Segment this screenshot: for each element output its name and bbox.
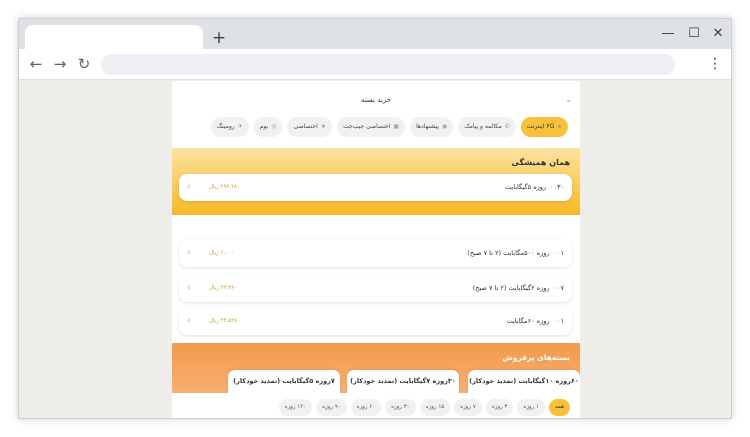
browser-tab[interactable] <box>25 25 203 49</box>
featured-title: همان همیشگی <box>511 158 570 167</box>
duration-1-day[interactable]: ۱ روزه <box>517 399 545 416</box>
tab-call-sms[interactable]: ✆مکالمه و پیامک <box>458 117 516 137</box>
package-price: ۲۴,۵۴۸ ریال <box>209 318 238 324</box>
duration-3-day[interactable]: ۳ روزه <box>485 399 514 416</box>
close-window-button[interactable]: ✕ <box>703 23 731 45</box>
package-index: ۰۰ <box>550 183 558 191</box>
package-item[interactable]: ۰۰۱روزه ۵۰۰مگابایت (۲ تا ۷ صبح) ۶,۰۰۰ ری… <box>179 240 572 267</box>
featured-package[interactable]: ۰۰۳۰روزه ۵گیگابایت ۲۹۶,۲۸۰ ریال ‹ <box>179 174 572 201</box>
duration-7-day[interactable]: ۷ روزه <box>454 399 482 416</box>
phone-icon: ✆ <box>504 123 510 130</box>
package-name: ۷روزه ۲گیگابایت (۲ تا ۷ صبح) <box>472 284 564 292</box>
browser-toolbar: ← → ↻ ⋮ <box>19 49 731 80</box>
bestseller-title: بسته‌های پرفروش <box>502 353 570 362</box>
package-index: ۰۰ <box>553 317 561 325</box>
package-item[interactable]: ۰۰۷روزه ۲گیگابایت (۲ تا ۷ صبح) ۲۳,۳۶۰ ری… <box>179 275 572 302</box>
tab-boom[interactable]: ◎بوم <box>253 117 283 137</box>
chevron-left-icon: ‹ <box>187 316 191 326</box>
internet-icon: ◈ <box>557 123 562 130</box>
star-icon: ★ <box>320 123 327 130</box>
page-title: خرید بسته <box>360 96 392 104</box>
chevron-left-icon: ‹ <box>187 248 191 258</box>
browser-menu-button[interactable]: ⋮ <box>707 54 723 75</box>
duration-30-day[interactable]: ۳۰ روزه <box>385 399 416 416</box>
offer-icon: ◉ <box>441 123 448 130</box>
tab-roaming[interactable]: ✈رومینگ <box>210 117 249 137</box>
package-item[interactable]: ۰۰۱روزه ۶۰مگابایت ۲۴,۵۴۸ ریال ‹ <box>179 308 572 335</box>
tab-offers[interactable]: ◉پیشنهادها <box>410 117 454 137</box>
page-content: خرید بسته ⌄ ◈۴G اینترنت✆مکالمه و پیامک◉پ… <box>172 81 580 418</box>
wallet-icon: ▣ <box>393 123 400 130</box>
package-name: ۱روزه ۵۰۰مگابایت (۲ تا ۷ صبح) <box>467 249 564 257</box>
reload-button[interactable]: ↻ <box>73 54 95 74</box>
chevron-down-icon[interactable]: ⌄ <box>565 95 572 105</box>
duration-60-day[interactable]: ۶۰ روزه <box>350 399 382 416</box>
tab-internet[interactable]: ◈۴G اینترنت <box>520 117 568 137</box>
tab-exclusive[interactable]: ★اختصاصی <box>287 117 333 137</box>
page-header[interactable]: خرید بسته ⌄ <box>172 95 580 113</box>
duration-filter: همه۱ روزه۳ روزه۷ روزه۱۵ روزه۳۰ روزه۶۰ رو… <box>172 393 580 418</box>
chevron-left-icon: ‹ <box>187 283 191 293</box>
tab-strip: + — ☐ ✕ <box>19 19 731 49</box>
featured-section: همان همیشگی ۰۰۳۰روزه ۵گیگابایت ۲۹۶,۲۸۰ ر… <box>172 148 580 215</box>
bestseller-section: بسته‌های پرفروش ۶۰روزه ۱۰گیگابایت (تمدید… <box>172 343 580 400</box>
chevron-left-icon: ‹ <box>187 182 191 192</box>
duration-all[interactable]: همه <box>548 399 570 416</box>
tab-jibjet[interactable]: ▣اختصاصی جیب‌جت <box>337 117 406 137</box>
package-price: ۲۹۶,۲۸۰ ریال <box>209 184 241 190</box>
browser-window: + — ☐ ✕ ← → ↻ ⋮ خرید بسته ⌄ ◈۴G اینترنت✆… <box>18 18 732 419</box>
package-index: ۰۰ <box>553 249 561 257</box>
address-bar[interactable] <box>101 54 675 75</box>
duration-120-day[interactable]: ۱۲۰ روزه <box>278 399 313 416</box>
forward-button[interactable]: → <box>49 54 71 74</box>
category-tabs: ◈۴G اینترنت✆مکالمه و پیامک◉پیشنهادها▣اخت… <box>172 112 580 142</box>
duration-90-day[interactable]: ۹۰ روزه <box>316 399 347 416</box>
package-price: ۲۳,۳۶۰ ریال <box>209 285 238 291</box>
boom-icon: ◎ <box>271 123 277 130</box>
package-index: ۰۰ <box>553 284 561 292</box>
roaming-icon: ✈ <box>237 123 243 130</box>
package-price: ۶,۰۰۰ ریال <box>209 250 235 256</box>
back-button[interactable]: ← <box>25 54 47 74</box>
new-tab-button[interactable]: + <box>209 28 229 48</box>
duration-15-day[interactable]: ۱۵ روزه <box>419 399 451 416</box>
